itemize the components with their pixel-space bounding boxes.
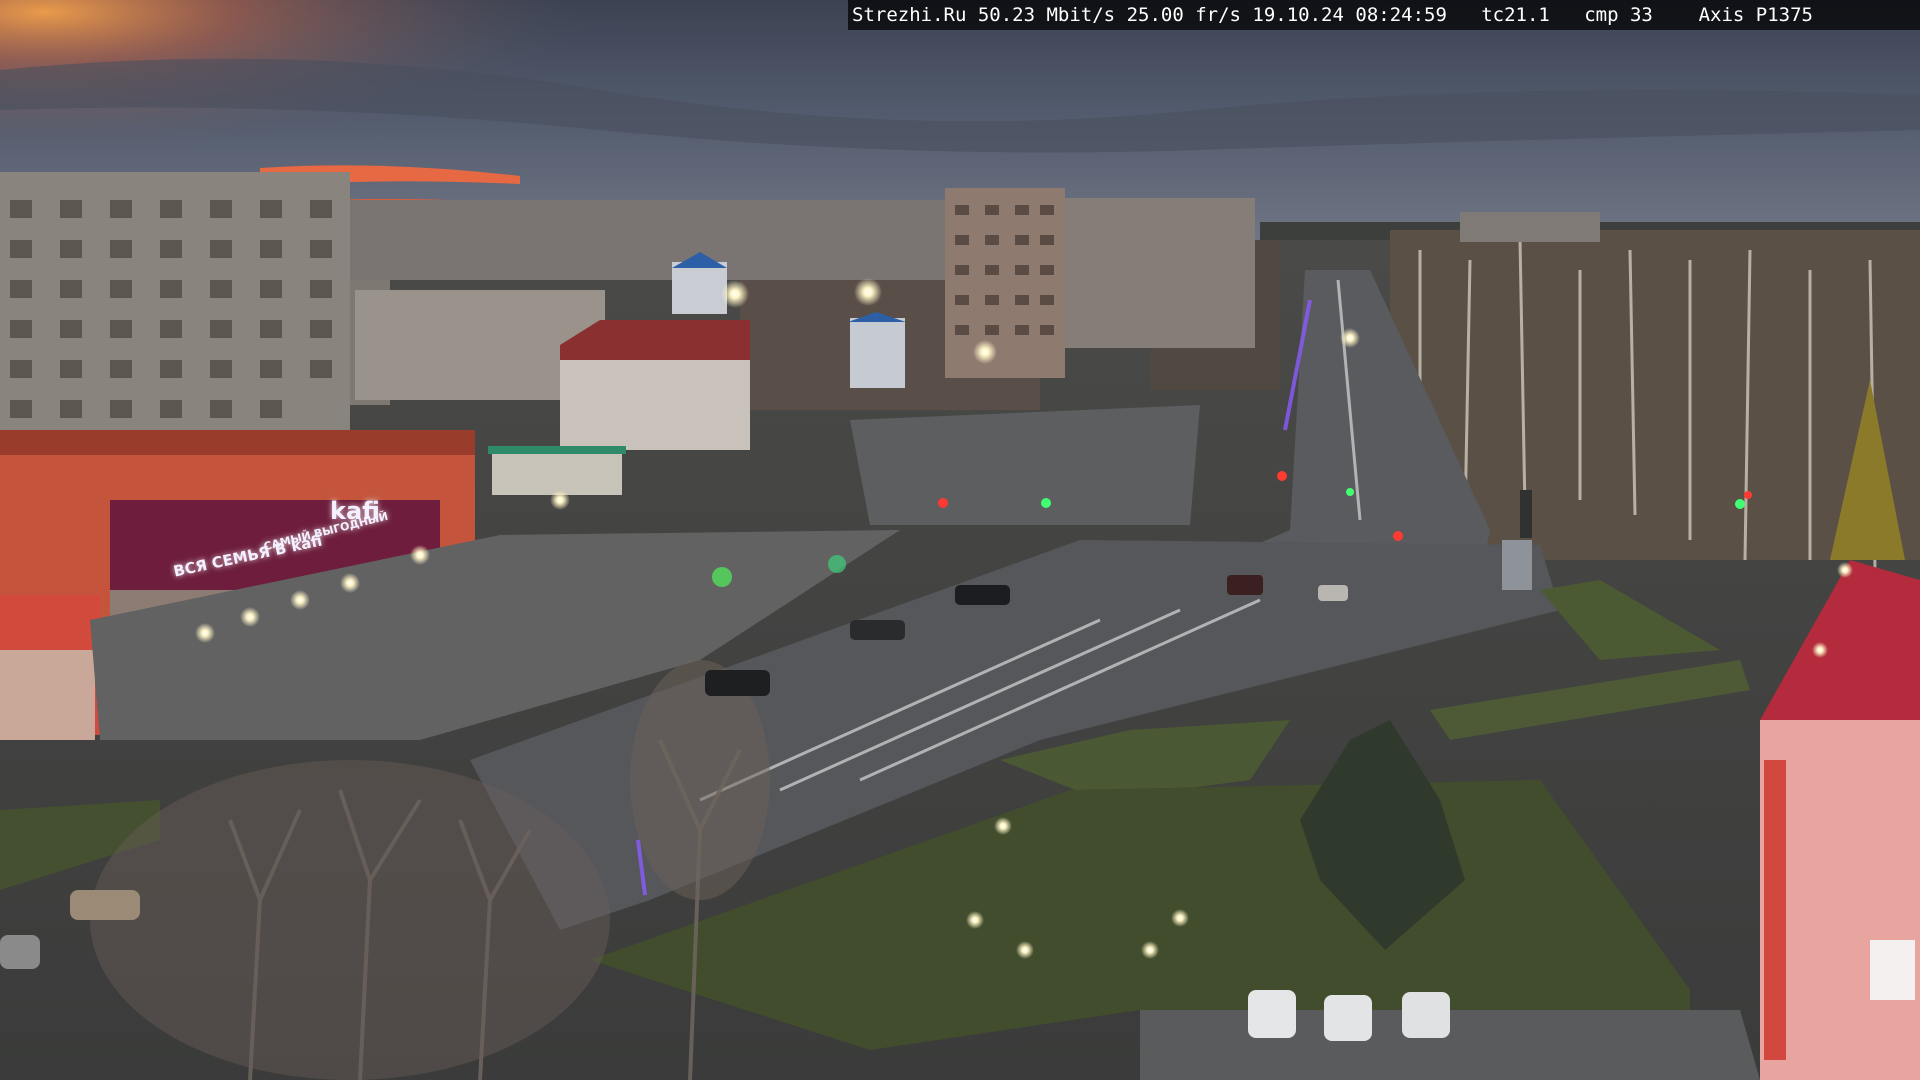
- commercial-lower-left: [0, 650, 95, 740]
- car-dark-3: [705, 670, 770, 696]
- car-dark-2: [850, 620, 905, 640]
- overlay-cmp: cmp 33: [1584, 4, 1653, 26]
- monument-base: [1502, 540, 1532, 590]
- overlay-framerate: 25.00 fr/s: [1126, 4, 1241, 26]
- blue-roof-tower: [672, 262, 727, 314]
- apartment-tower-center-2: [1065, 198, 1255, 348]
- pink-building-sign: [1764, 760, 1786, 1060]
- camera-info-overlay: Strezhi.Ru 50.23 Mbit/s 25.00 fr/s 19.10…: [848, 0, 1920, 30]
- parked-car-white-1: [1248, 990, 1296, 1038]
- overlay-time: 08:24:59: [1355, 4, 1447, 26]
- overlay-date: 19.10.24: [1252, 4, 1344, 26]
- overlay-bitrate: 50.23 Mbit/s: [977, 4, 1116, 26]
- bare-trees-canopy: [90, 760, 610, 1080]
- square-plaza: [850, 405, 1200, 525]
- parked-car-white-2: [1324, 995, 1372, 1041]
- apartment-tower-center: [945, 188, 1065, 378]
- car-red-lights: [1227, 575, 1263, 595]
- overlay-camera-model: Axis P1375: [1698, 4, 1813, 26]
- overlay-tc: tc21.1: [1481, 4, 1550, 26]
- kiosk: [492, 450, 622, 495]
- red-roof-building: [560, 360, 750, 450]
- apartment-row-far: [350, 200, 990, 280]
- apartment-far-right: [1460, 212, 1600, 242]
- monument-statue: [1520, 490, 1532, 538]
- parked-car-gold: [70, 890, 140, 920]
- parked-car-white-3: [1402, 992, 1450, 1038]
- parked-car-grey: [0, 935, 40, 969]
- kiosk-roof: [488, 446, 626, 454]
- small-building: [850, 318, 905, 388]
- overlay-site: Strezhi.Ru: [852, 4, 967, 26]
- car-dark-1: [955, 585, 1010, 605]
- pink-building-window: [1870, 940, 1915, 1000]
- car-silver: [1318, 585, 1348, 601]
- commercial-top-band: [0, 430, 475, 455]
